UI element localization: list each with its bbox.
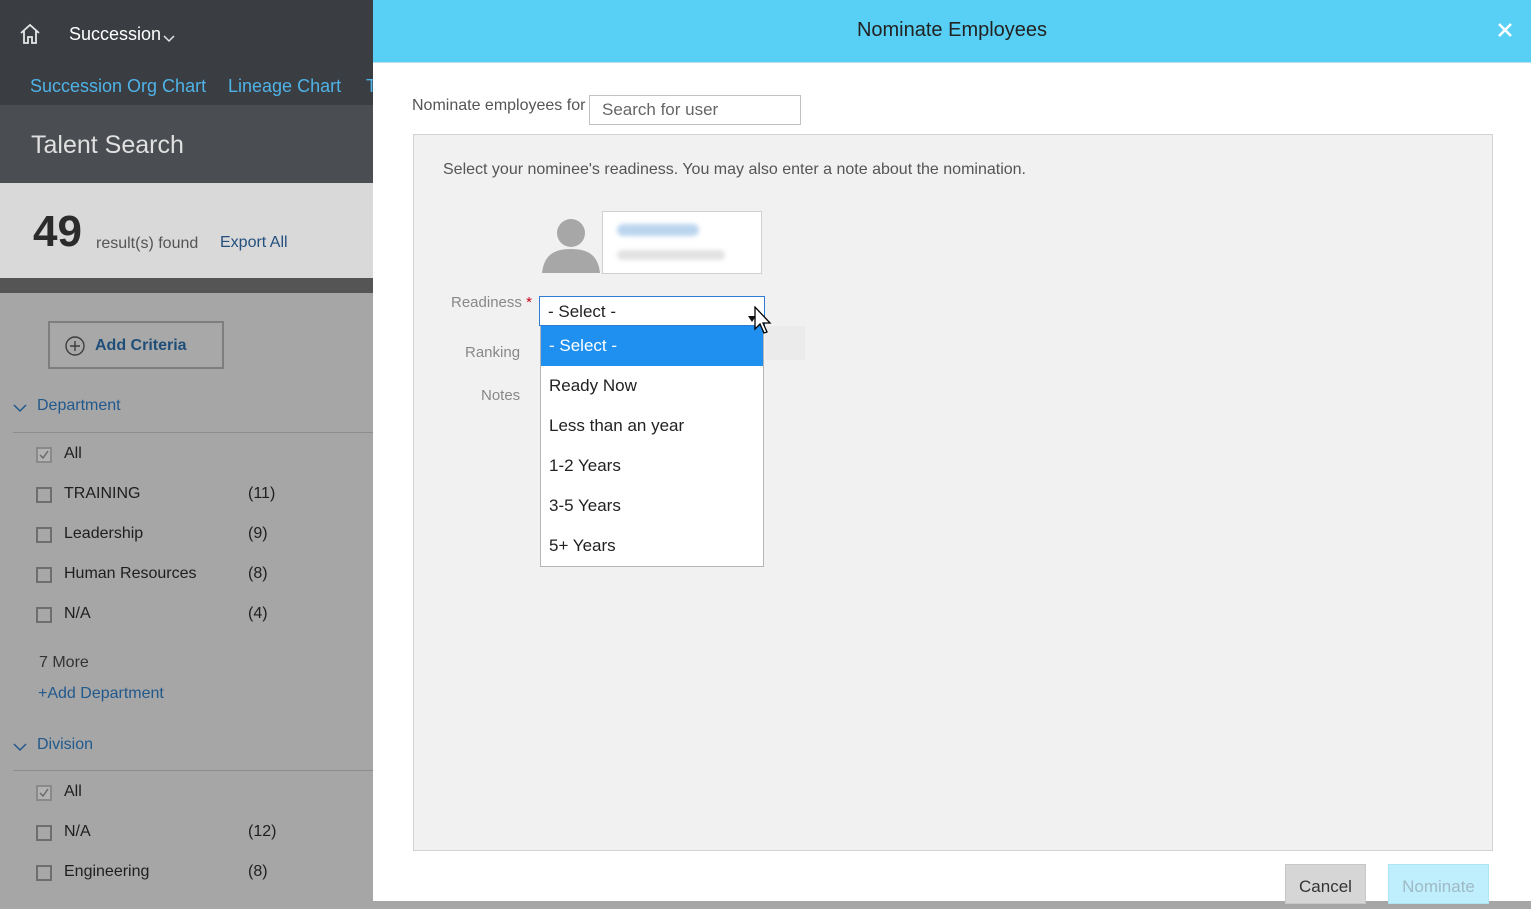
page-title: Talent Search (31, 131, 184, 159)
nominate-button[interactable]: Nominate (1388, 864, 1489, 904)
checkbox-checked[interactable] (36, 785, 52, 801)
talent-search-background: Succession Succession Org Chart Lineage … (0, 0, 373, 901)
chevron-down-icon (13, 739, 27, 757)
checkbox-checked[interactable] (36, 447, 52, 463)
divider (13, 432, 373, 433)
filter-count: (9) (248, 525, 268, 542)
close-icon[interactable] (1497, 22, 1513, 43)
division-filter-engineering[interactable]: Engineering (8) (36, 863, 366, 887)
filter-count: (12) (248, 823, 277, 840)
division-filter-na[interactable]: N/A (12) (36, 823, 366, 847)
search-user-input[interactable] (589, 95, 801, 125)
readiness-option-1-2-years[interactable]: 1-2 Years (541, 446, 763, 486)
readiness-dropdown-list: - Select - Ready Now Less than an year 1… (540, 326, 764, 567)
required-indicator: * (526, 294, 532, 311)
checkbox[interactable] (36, 527, 52, 543)
filter-label: All (64, 445, 82, 462)
add-department-link[interactable]: +Add Department (38, 685, 164, 703)
add-criteria-label: Add Criteria (95, 337, 187, 354)
checkbox[interactable] (36, 567, 52, 583)
filter-label: All (64, 783, 82, 800)
nominee-name-blurred (617, 224, 699, 236)
avatar (540, 213, 602, 278)
tab-truncated[interactable]: T (366, 76, 373, 97)
readiness-selected-value: - Select - (548, 302, 617, 321)
chevron-down-icon (13, 400, 27, 418)
divider (0, 278, 373, 293)
show-more-link[interactable]: 7 More (39, 654, 89, 672)
notes-label: Notes (481, 387, 521, 404)
export-all-link[interactable]: Export All (220, 234, 288, 252)
readiness-option-select[interactable]: - Select - (541, 326, 763, 366)
app-name[interactable]: Succession (69, 24, 161, 45)
filter-count: (8) (248, 565, 268, 582)
readiness-select[interactable]: - Select - (539, 296, 765, 326)
instructions-text: Select your nominee's readiness. You may… (443, 161, 1026, 178)
filter-label: N/A (64, 605, 91, 622)
nominate-employees-dialog: Nominate Employees Nominate employees fo… (373, 0, 1531, 904)
readiness-option-less-than-year[interactable]: Less than an year (541, 406, 763, 446)
divider (13, 770, 373, 771)
readiness-option-5-plus-years[interactable]: 5+ Years (541, 526, 763, 566)
filter-count: (11) (248, 485, 276, 502)
checkbox[interactable] (36, 865, 52, 881)
division-section-title: Division (37, 736, 94, 753)
results-count: 49 (33, 207, 82, 256)
chevron-down-icon[interactable] (163, 30, 175, 48)
ranking-label: Ranking (465, 344, 521, 361)
filter-label: Engineering (64, 863, 150, 880)
filter-count: (8) (248, 863, 268, 880)
nominate-for-label: Nominate employees for (412, 97, 586, 114)
cancel-button[interactable]: Cancel (1285, 864, 1366, 904)
filter-label: Human Resources (64, 565, 197, 582)
filter-panel (0, 293, 373, 901)
department-filter-all[interactable]: All (36, 445, 366, 469)
readiness-option-ready-now[interactable]: Ready Now (541, 366, 763, 406)
checkbox[interactable] (36, 487, 52, 503)
readiness-label: Readiness * (451, 294, 532, 311)
mouse-pointer-icon (754, 305, 774, 341)
department-filter-human-resources[interactable]: Human Resources (8) (36, 565, 366, 589)
filter-label: TRAINING (64, 485, 141, 502)
department-filter-na[interactable]: N/A (4) (36, 605, 366, 629)
home-icon[interactable] (18, 22, 42, 51)
division-filter-all[interactable]: All (36, 783, 366, 807)
nominee-title-blurred (617, 250, 725, 260)
department-section-title: Department (37, 397, 121, 414)
department-filter-leadership[interactable]: Leadership (9) (36, 525, 366, 549)
department-filter-training[interactable]: TRAINING (11) (36, 485, 366, 509)
tab-succession-org-chart[interactable]: Succession Org Chart (30, 76, 206, 97)
filter-label: Leadership (64, 525, 144, 542)
add-criteria-button[interactable]: Add Criteria (48, 321, 224, 369)
nominee-card (602, 211, 762, 274)
filter-label: N/A (64, 823, 91, 840)
readiness-option-3-5-years[interactable]: 3-5 Years (541, 486, 763, 526)
results-label: result(s) found (96, 235, 199, 252)
plus-circle-icon (65, 336, 85, 361)
dialog-title: Nominate Employees (856, 19, 1048, 41)
filter-count: (4) (248, 605, 268, 622)
checkbox[interactable] (36, 607, 52, 623)
checkbox[interactable] (36, 825, 52, 841)
tab-lineage-chart[interactable]: Lineage Chart (228, 76, 341, 97)
